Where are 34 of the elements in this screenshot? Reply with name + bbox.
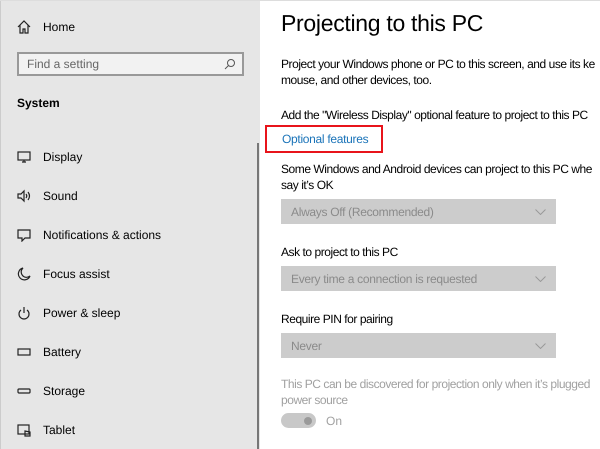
sidebar-item[interactable]: Focus assist: [43, 266, 110, 280]
sidebar-item[interactable]: Display: [43, 150, 82, 164]
chevron-icon: [535, 276, 546, 282]
power-note: power source: [281, 392, 349, 408]
section-heading: System: [17, 96, 61, 110]
toggle-label: On: [326, 414, 342, 428]
sidebar-item[interactable]: Tablet: [43, 422, 76, 436]
home-link[interactable]: Home: [43, 20, 76, 34]
chevron-icon: [535, 342, 546, 348]
notifications-icon: [17, 228, 31, 242]
tablet-icon: [17, 422, 31, 436]
power-note: This PC can be discovered for projection only when it’s plugged: [281, 376, 591, 392]
sidebar-item[interactable]: Notifications & actions: [43, 228, 162, 242]
description-text: Project your Windows phone or PC to this screen, and use its ke: [281, 56, 596, 72]
setting-label: Some Windows and Android devices can project to this PC whe: [281, 161, 593, 177]
power-icon: [17, 306, 31, 320]
search-field[interactable]: Find a setting: [17, 52, 244, 76]
sidebar-item[interactable]: Storage: [43, 384, 86, 398]
optional-features-link[interactable]: Optional features: [282, 132, 368, 146]
display-icon: [17, 150, 31, 164]
chevron-icon: [535, 208, 546, 214]
search-icon: [224, 58, 236, 70]
setting-label: Require PIN for pairing: [281, 311, 394, 327]
sidebar-item[interactable]: Power & sleep: [43, 306, 120, 320]
sound-icon: [17, 188, 31, 202]
sidebar-item[interactable]: Battery: [43, 344, 82, 358]
sidebar-item[interactable]: Sound: [43, 188, 78, 202]
setting-label: Ask to project to this PC: [281, 244, 399, 260]
moon-icon: [17, 266, 31, 280]
home-icon: [17, 20, 31, 34]
feature-text: Add the "Wireless Display" optional feature to project to this PC: [281, 107, 589, 123]
description-text: mouse, and other devices, too.: [281, 72, 433, 88]
page-title: Projecting to this PC: [281, 10, 484, 37]
setting-label: say it’s OK: [281, 177, 334, 193]
